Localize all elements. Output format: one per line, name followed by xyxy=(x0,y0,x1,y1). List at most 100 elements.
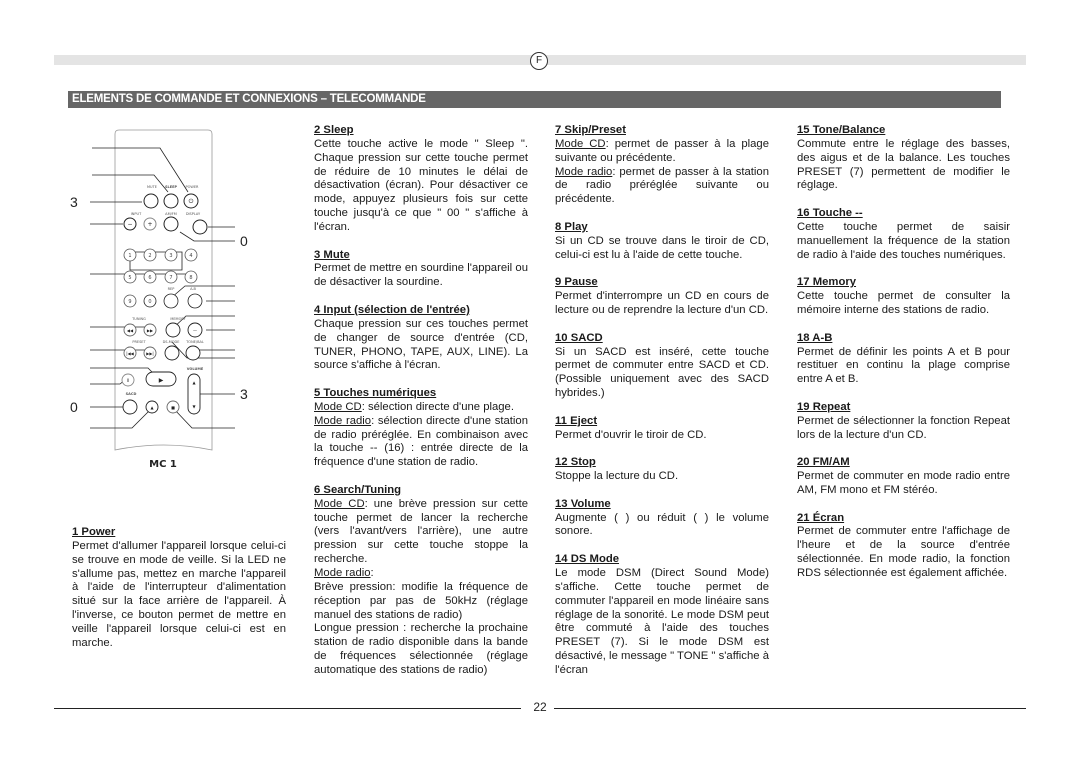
entry-text: Mode CD: permet de passer à la plage sui… xyxy=(555,138,769,166)
entry-text: Brève pression: modifie la fréquence de … xyxy=(314,581,528,623)
entry-text: Chaque pression sur ces touches permet d… xyxy=(314,318,528,373)
entry-text: Si un SACD est inséré, cette touche perm… xyxy=(555,346,769,401)
entry-body: Permet de sélectionner la fonction Repea… xyxy=(797,414,1010,441)
footer-rule-right xyxy=(554,708,1026,709)
dsmode-button xyxy=(164,345,180,361)
display-button xyxy=(192,219,208,235)
entry-body: Permet d'allumer l'appareil lorsque celu… xyxy=(72,539,286,649)
description-entry: 20 FM/AM Permet de commuter en mode radio… xyxy=(797,456,1010,498)
svg-text:7: 7 xyxy=(169,275,172,281)
ab-label: A-B xyxy=(190,287,196,291)
power-icon: ⏻ xyxy=(189,198,194,205)
amfm-label: AM/FM xyxy=(165,212,177,216)
entry-text: Mode radio: permet de passer à la statio… xyxy=(555,166,769,208)
column-1: 1 Power Permet d'allumer l'appareil lorsq… xyxy=(72,526,286,664)
entry-title: 18 A-B xyxy=(797,331,833,344)
entry-body: Permet de mettre en sourdine l'appareil … xyxy=(314,262,528,289)
mute-button xyxy=(143,193,159,209)
entry-text: Mode CD: sélection directe d'une plage. xyxy=(314,401,528,415)
entry-text: Stoppe la lecture du CD. xyxy=(555,470,769,484)
svg-text:1: 1 xyxy=(128,253,131,259)
entry-title: 3 Mute xyxy=(314,248,350,261)
entry-text: Si un CD se trouve dans le tiroir de CD,… xyxy=(555,235,769,263)
entry-text: Longue pression : recherche la prochaine… xyxy=(314,622,528,677)
footer-rule-left xyxy=(54,708,521,709)
description-entry: 11 Eject Permet d'ouvrir le tiroir de CD. xyxy=(555,415,769,443)
sacd-button xyxy=(122,399,138,415)
entry-text: Cette touche active le mode " Sleep ". C… xyxy=(314,138,528,235)
entry-title: 14 DS Mode xyxy=(555,553,620,566)
entry-body: Si un CD se trouve dans le tiroir de CD,… xyxy=(555,234,769,261)
description-entry: 7 Skip/Preset Mode CD: permet de passer à… xyxy=(555,124,769,207)
input-label: INPUT xyxy=(131,212,142,216)
mute-label: MUTE xyxy=(147,185,157,189)
svg-text:—: — xyxy=(193,328,197,333)
entry-title: 6 Search/Tuning xyxy=(314,483,402,496)
entry-title: 1 Power xyxy=(72,526,116,538)
remote-control-diagram: MUTE SLEEP POWER INPUT AM/FM DISPLAY REP… xyxy=(70,129,248,470)
mode-label: Mode CD xyxy=(555,137,606,150)
entry-text: Mode CD: une brève pression sur cette to… xyxy=(314,498,528,567)
callout-number: 0 xyxy=(70,399,78,415)
entry-body: Chaque pression sur ces touches permet d… xyxy=(314,317,528,372)
svg-text:3: 3 xyxy=(169,253,172,259)
play-icon: ▶ xyxy=(159,377,164,384)
dsmode-label: DS-MODE xyxy=(163,340,180,344)
entry-body: : xyxy=(370,567,374,579)
entry-body: Cette touche permet de saisir manuelleme… xyxy=(797,220,1010,261)
entry-title: 16 Touche -- xyxy=(797,207,863,220)
description-entry: 10 SACD Si un SACD est inséré, cette touc… xyxy=(555,332,769,401)
entry-title: 10 SACD xyxy=(555,331,603,344)
entry-body: Le mode DSM (Direct Sound Mode) s'affich… xyxy=(555,567,769,676)
entry-title: 13 Volume xyxy=(555,497,611,510)
mode-label: Mode radio xyxy=(314,414,372,427)
entry-text: Commute entre le réglage des basses, des… xyxy=(797,138,1010,193)
page-number: 22 xyxy=(533,700,547,714)
entry-body: Si un SACD est inséré, cette touche perm… xyxy=(555,345,769,400)
entry-text: Permet de commuter entre l'affichage de … xyxy=(797,525,1010,580)
svg-text:▶▶|: ▶▶| xyxy=(146,351,154,356)
svg-text:8: 8 xyxy=(189,275,192,281)
entry-body: Permet d'interrompre un CD en cours de l… xyxy=(555,290,769,316)
entry-body: Permet d'ouvrir le tiroir de CD. xyxy=(555,428,707,441)
entry-title: 20 FM/AM xyxy=(797,456,850,469)
display-label: DISPLAY xyxy=(186,212,201,216)
sacd-label: SACD xyxy=(126,392,137,396)
remote-model-label: MC 1 xyxy=(149,459,177,470)
svg-text:2: 2 xyxy=(148,253,151,259)
memory-button xyxy=(165,322,181,338)
description-entry: 8 Play Si un CD se trouve dans le tiroir … xyxy=(555,221,769,263)
entry-title: 7 Skip/Preset xyxy=(555,124,626,136)
description-entry: 16 Touche -- Cette touche permet de saisi… xyxy=(797,207,1010,262)
description-entry: 15 Tone/Balance Commute entre le réglage … xyxy=(797,124,1010,193)
description-entry: 5 Touches numériques Mode CD: sélection d… xyxy=(314,387,528,470)
entry-title: 15 Tone/Balance xyxy=(797,124,886,136)
svg-text:◀◀: ◀◀ xyxy=(127,328,134,333)
svg-text:+: + xyxy=(147,221,152,228)
svg-text:6: 6 xyxy=(148,275,151,281)
column-3: 7 Skip/Preset Mode CD: permet de passer à… xyxy=(555,124,769,692)
svg-text:0: 0 xyxy=(148,299,151,305)
entry-body: Permet de définir les points A et B pour… xyxy=(797,345,1010,386)
description-entry: 13 Volume Augmente ( ) ou réduit ( ) le v… xyxy=(555,498,769,540)
description-entry: 12 Stop Stoppe la lecture du CD. xyxy=(555,456,769,484)
entry-body: Cette touche permet de consulter la mémo… xyxy=(797,290,1010,316)
entry-text: Permet de mettre en sourdine l'appareil … xyxy=(314,262,528,290)
entry-text: Le mode DSM (Direct Sound Mode) s'affich… xyxy=(555,567,769,678)
entry-text: Mode radio: sélection directe d'une stat… xyxy=(314,415,528,470)
entry-title: 2 Sleep xyxy=(314,124,354,136)
description-entry: 14 DS Mode Le mode DSM (Direct Sound Mode… xyxy=(555,553,769,678)
entry-title: 8 Play xyxy=(555,220,588,233)
entry-text: Augmente ( ) ou réduit ( ) le volume son… xyxy=(555,512,769,540)
entry-text: Permet d'allumer l'appareil lorsque celu… xyxy=(72,540,286,651)
callout-number: 3 xyxy=(70,194,78,210)
entry-text: Cette touche permet de consulter la mémo… xyxy=(797,290,1010,318)
entry-title: 12 Stop xyxy=(555,456,596,469)
entry-title: 4 Input (sélection de l'entrée) xyxy=(314,303,470,316)
entry-title: 21 Écran xyxy=(797,511,845,524)
svg-text:II: II xyxy=(127,378,129,383)
language-badge: F xyxy=(530,52,548,70)
entry-text: Cette touche permet de saisir manuelleme… xyxy=(797,221,1010,263)
entry-title: 17 Memory xyxy=(797,276,857,289)
section-title: ELEMENTS DE COMMANDE ET CONNEXIONS – TEL… xyxy=(68,91,1001,108)
